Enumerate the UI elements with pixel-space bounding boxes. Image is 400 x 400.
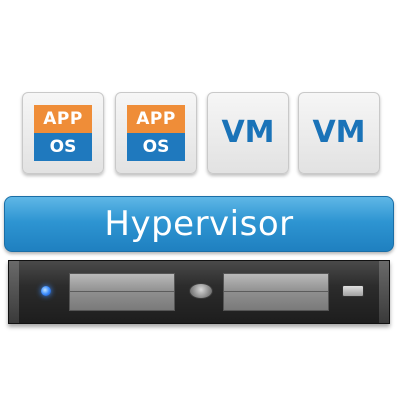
- app-os-icon: APP OS: [127, 105, 185, 161]
- vm-label: VM: [221, 115, 275, 150]
- app-label: APP: [127, 105, 185, 133]
- hypervisor-label: Hypervisor: [104, 204, 294, 244]
- os-label: OS: [127, 133, 185, 161]
- virtualization-stack-diagram: APP OS APP OS VM VM Hypervisor: [0, 0, 400, 400]
- guest-tile-app-os-1: APP OS: [22, 92, 104, 174]
- power-led-icon: [41, 286, 51, 296]
- usb-port-icon: [342, 285, 364, 297]
- drive-bay-left: [69, 273, 175, 311]
- server-chassis-icon: [8, 260, 390, 324]
- drive-bay-right: [223, 273, 329, 311]
- vm-tile-1: VM: [207, 92, 289, 174]
- app-os-icon: APP OS: [34, 105, 92, 161]
- drive-bay-divider: [224, 291, 328, 292]
- drive-bay-divider: [70, 291, 174, 292]
- server-right-ear: [379, 261, 389, 323]
- guest-tile-app-os-2: APP OS: [115, 92, 197, 174]
- vm-label: VM: [312, 115, 366, 150]
- hypervisor-layer: Hypervisor: [4, 196, 394, 252]
- os-label: OS: [34, 133, 92, 161]
- app-label: APP: [34, 105, 92, 133]
- power-button-icon: [189, 283, 213, 299]
- server-left-ear: [9, 261, 19, 323]
- vm-tile-2: VM: [298, 92, 380, 174]
